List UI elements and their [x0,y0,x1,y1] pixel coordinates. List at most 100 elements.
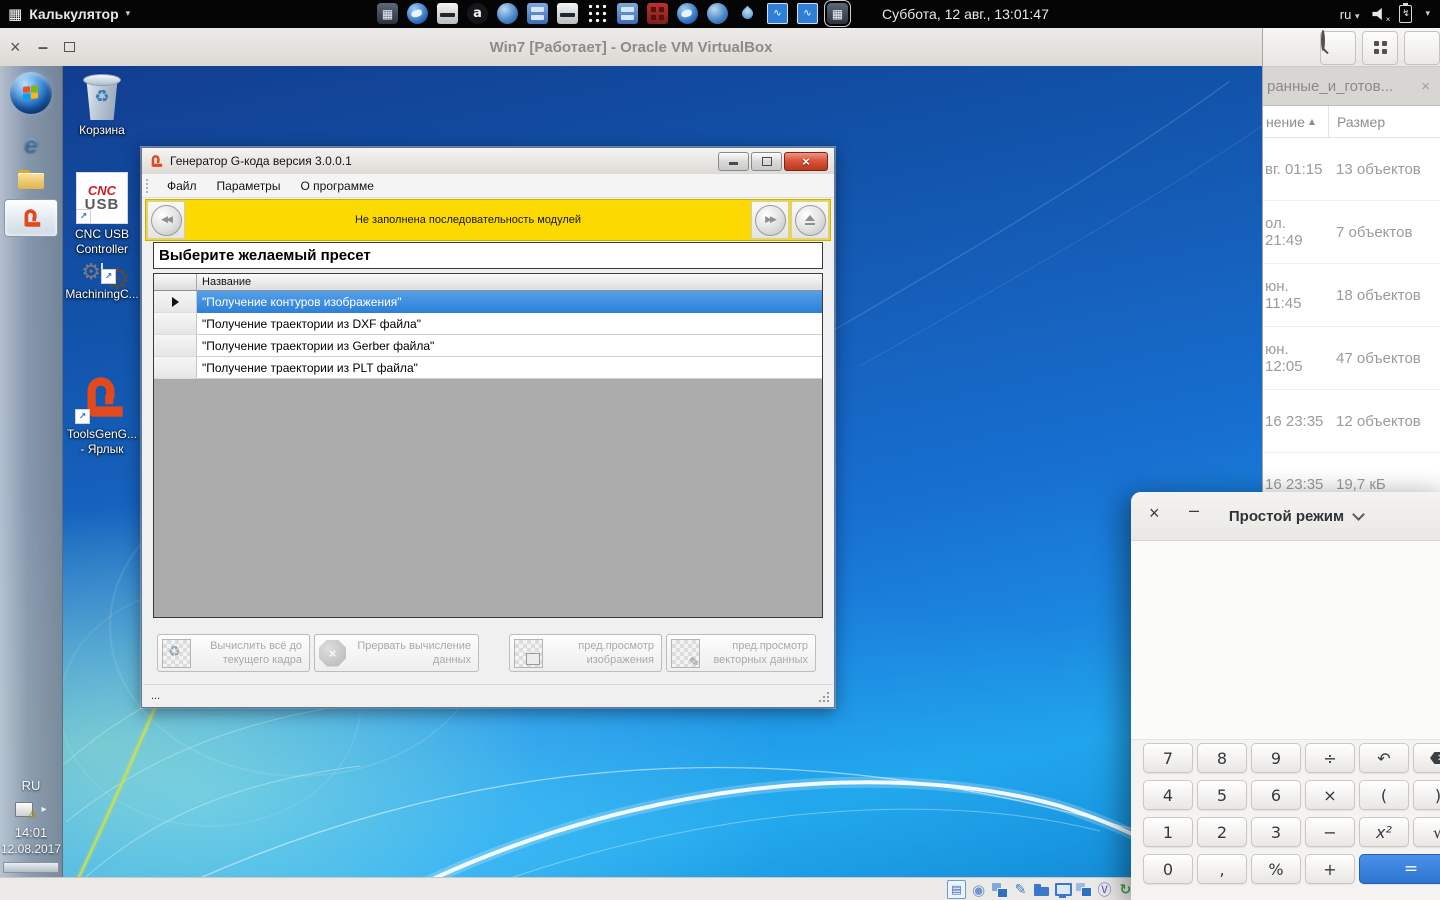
clock[interactable]: Суббота, 12 авг., 13:01:47 [882,0,1049,28]
column-header-name[interactable]: Название [197,274,822,291]
calculator-key[interactable]: ↶ [1359,743,1409,773]
preset-row[interactable]: "Получение траектории из PLT файла" [154,357,822,379]
preset-name-cell[interactable]: "Получение траектории из Gerber файла" [197,335,822,357]
vbox-optical-status-icon[interactable]: ◉ [970,881,987,899]
menu-item[interactable]: О программе [290,176,383,196]
calculator-key[interactable]: × [1305,780,1355,810]
column-header-modified[interactable]: нение ▲ [1263,114,1328,130]
calculator-key[interactable]: 2 [1197,817,1247,847]
calculator-tray-icon[interactable]: ▦ [377,3,398,24]
preset-name-cell[interactable]: "Получение контуров изображения" [197,291,822,313]
calculator-key[interactable]: ( [1359,780,1409,810]
start-button[interactable] [10,72,52,114]
file-cabinet-tray-icon[interactable] [527,3,548,24]
calculator-key[interactable]: 6 [1251,780,1301,810]
system-menu-chevron-icon[interactable]: ▾ [1425,9,1430,19]
resize-grip[interactable] [827,692,829,694]
desktop-icon-recycle-bin[interactable]: ♻ Корзина [62,70,142,138]
volume-muted-icon[interactable] [1372,8,1391,24]
preset-name-cell[interactable]: "Получение траектории из DXF файла" [197,313,822,335]
droplet-tray-icon[interactable] [737,3,758,24]
desktop-icon-machiningcam[interactable]: ⚙⚙ MachiningC... [62,260,142,302]
view-toggle-button[interactable] [1362,31,1398,65]
search-button[interactable] [1320,30,1356,65]
mail-tray-icon[interactable] [407,3,428,24]
calculator-mode-selector[interactable]: Простой режим [1131,492,1440,540]
vbox-usb-status-icon[interactable]: ✎ [1012,881,1029,898]
taskbar-clock-date[interactable]: 12.08.2017 [1,842,61,856]
a-app-tray-icon[interactable]: a [467,3,488,24]
calculator-key[interactable]: = [1359,854,1440,884]
scanner-tray-icon[interactable] [557,3,578,24]
calculator-key[interactable]: 1 [1143,817,1193,847]
calculator-key[interactable]: 7 [1143,743,1193,773]
preset-row[interactable]: "Получение траектории из Gerber файла" [154,335,822,357]
preset-row[interactable]: "Получение контуров изображения" [154,291,822,313]
calculator-key[interactable] [1413,743,1440,773]
preview-image-button[interactable]: пред.просмотр изображения [509,634,662,672]
menu-item[interactable]: Параметры [207,176,291,196]
close-button[interactable]: × [784,151,828,171]
show-desktop-button[interactable] [3,862,59,873]
vbox-display-status-icon[interactable] [1054,881,1072,898]
scanner-tray-icon[interactable] [437,3,458,24]
calculator-key[interactable]: 9 [1251,743,1301,773]
gcode-titlebar[interactable]: Генератор G-кода версия 3.0.0.1 × [142,148,834,175]
calculator-key[interactable]: 5 [1197,780,1247,810]
tray-warning-icon[interactable] [15,802,36,820]
browser-tray-icon[interactable] [707,3,728,24]
calculator-display[interactable] [1131,541,1440,740]
calculator-key[interactable]: √ [1413,817,1440,847]
eject-tile[interactable] [791,201,829,239]
calculator-key[interactable]: 4 [1143,780,1193,810]
calculator-key[interactable]: , [1197,854,1247,884]
file-row[interactable]: 16 23:35 12 объектов [1263,390,1440,453]
preset-name-cell[interactable]: "Получение траектории из PLT файла" [197,357,822,379]
minimize-button[interactable] [718,151,749,171]
maximize-button[interactable] [751,151,782,171]
vbox-harddisk-status-icon[interactable]: ▤ [947,880,966,899]
calculator-active-tray-icon[interactable]: ▦ [824,0,851,27]
preset-row[interactable]: "Получение траектории из DXF файла" [154,313,822,335]
vbox-recording-status-icon[interactable] [1075,881,1092,898]
taskbar-item-gcode-generator-active[interactable] [4,199,58,237]
file-row[interactable]: юн. 11:45 18 объектов [1263,264,1440,327]
menu-button[interactable] [1404,31,1440,65]
taskbar-item-internet-explorer[interactable]: e [24,132,38,157]
row-selector-cell[interactable] [154,313,197,335]
step-forward-tile[interactable]: ▶▶ [751,201,789,239]
file-cabinet-tray-icon[interactable] [617,3,638,24]
red-panel-tray-icon[interactable] [647,3,668,24]
show-hidden-icons-arrow[interactable]: ▸ [41,804,46,815]
system-monitor-tray-icon[interactable]: ∿ [797,3,818,24]
app-menu[interactable]: ▦ Калькулятор ▾ [8,0,130,28]
taskbar-item-explorer[interactable] [18,170,44,190]
vbox-sharedfolders-status-icon[interactable] [1033,881,1050,898]
abort-calculation-button[interactable]: × Прервать вычисление данных [314,634,479,672]
menu-item[interactable]: Файл [157,176,207,196]
taskbar-clock-time[interactable]: 14:01 [15,825,48,840]
preview-vector-button[interactable]: пред.просмотрвекторных данных [666,634,816,672]
calculate-all-button[interactable]: Вычислить всё дотекущего кадра [157,634,310,672]
row-selector-cell[interactable] [154,291,197,313]
calculator-key[interactable]: ) [1413,780,1440,810]
tab-close-icon[interactable]: × [1421,78,1430,95]
column-header-size[interactable]: Размер [1328,106,1440,137]
browser-tray-icon[interactable] [497,3,518,24]
vbox-features-status-icon[interactable]: Ⓥ [1096,881,1113,899]
file-row[interactable]: юн. 12:05 47 объектов [1263,327,1440,390]
desktop-icon-cnc-usb-controller[interactable]: CNC USB CNC USB Controller [62,172,142,257]
row-selector-cell[interactable] [154,357,197,379]
calculator-key[interactable]: − [1305,817,1355,847]
battery-icon[interactable]: ↯ [1399,3,1413,23]
keyboard-layout-indicator[interactable]: ru ▾ [1340,7,1360,22]
mail-tray-icon[interactable] [677,3,698,24]
calculator-headerbar[interactable]: × – Простой режим [1131,492,1440,541]
calculator-key[interactable]: 3 [1251,817,1301,847]
app-grid-tray-icon[interactable] [587,3,608,24]
desktop-icon-toolsgen[interactable]: ToolsGenG... - Ярлык [62,370,142,457]
vbox-network-status-icon[interactable] [991,881,1008,898]
calculator-key[interactable]: + [1305,854,1355,884]
row-selector-cell[interactable] [154,335,197,357]
system-monitor-tray-icon[interactable]: ∿ [767,3,788,24]
